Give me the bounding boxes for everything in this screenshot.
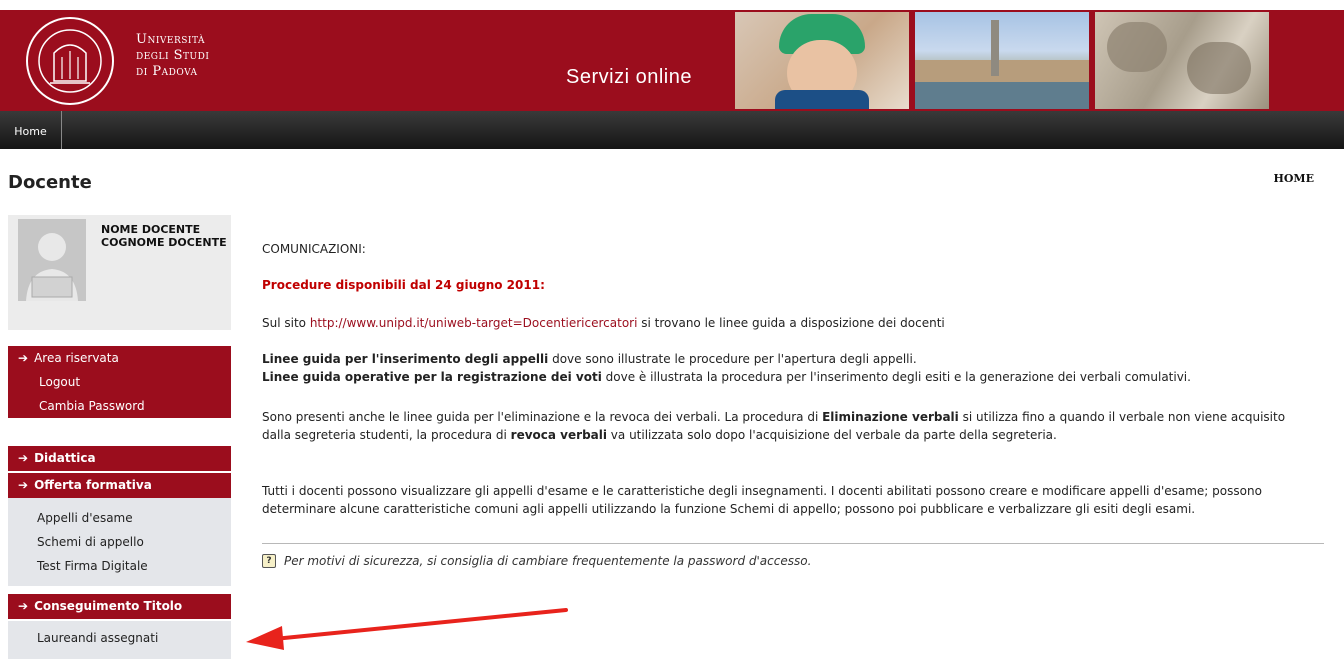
university-name: Università degli Studi di Padova <box>136 32 210 79</box>
procedure-heading: Procedure disponibili dal 24 giugno 2011… <box>262 278 545 292</box>
menu-item-schemi-appello[interactable]: Schemi di appello <box>8 530 231 554</box>
top-nav: Home <box>0 111 1344 149</box>
top-strip <box>0 0 1344 10</box>
change-password-link[interactable]: Cambia Password <box>8 394 231 418</box>
student-photo <box>735 12 909 109</box>
menu-conseguimento-titolo[interactable]: ➔ Conseguimento Titolo <box>8 594 231 619</box>
university-seal-logo <box>26 17 114 105</box>
guidelines-paragraph: Linee guida per l'inserimento degli appe… <box>262 352 1191 384</box>
verbali-paragraph: Sono presenti anche le linee guida per l… <box>262 410 1286 442</box>
breadcrumb-home[interactable]: HOME <box>1273 172 1314 185</box>
help-icon: ? <box>262 554 276 568</box>
profile-box: NOME DOCENTE COGNOME DOCENTE <box>8 215 231 330</box>
arrow-right-icon: ➔ <box>18 478 29 492</box>
site-header: Università degli Studi di Padova Servizi… <box>0 10 1344 111</box>
security-note: ? Per motivi di sicurezza, si consiglia … <box>262 554 811 568</box>
divider <box>262 543 1324 544</box>
annotation-arrow <box>246 608 568 650</box>
menu-didattica[interactable]: ➔ Didattica <box>8 446 231 471</box>
menu-item-laureandi-assegnati[interactable]: Laureandi assegnati <box>8 626 231 650</box>
appelli-paragraph: Tutti i docenti possono visualizzare gli… <box>262 484 1262 516</box>
offerta-submenu: Appelli d'esame Schemi di appello Test F… <box>8 498 231 586</box>
conseguimento-submenu: Laureandi assegnati <box>8 621 231 659</box>
menu-item-appelli-esame[interactable]: Appelli d'esame <box>8 506 231 530</box>
menu-item-test-firma-digitale[interactable]: Test Firma Digitale <box>8 554 231 578</box>
service-title: Servizi online <box>566 66 692 88</box>
teacher-name: NOME DOCENTE COGNOME DOCENTE <box>101 223 227 249</box>
guidelines-link[interactable]: http://www.unipd.it/uniweb-target=Docent… <box>310 316 638 330</box>
logout-link[interactable]: Logout <box>8 370 231 394</box>
arrow-right-icon: ➔ <box>18 451 29 465</box>
site-paragraph: Sul sito http://www.unipd.it/uniweb-targ… <box>262 316 945 330</box>
sculpture-photo <box>1095 12 1269 109</box>
page-title: Docente <box>8 172 92 193</box>
arrow-right-icon: ➔ <box>18 599 29 613</box>
menu-offerta-formativa[interactable]: ➔ Offerta formativa <box>8 473 231 498</box>
city-square-photo <box>915 12 1089 109</box>
nav-home-link[interactable]: Home <box>0 111 62 149</box>
comunicazioni-heading: COMUNICAZIONI: <box>262 242 366 256</box>
reserved-area-item[interactable]: ➔ Area riservata <box>8 346 231 370</box>
avatar-icon <box>18 219 86 301</box>
header-photos <box>735 12 1269 109</box>
reserved-area-menu: ➔ Area riservata Logout Cambia Password <box>8 346 231 418</box>
arrow-right-icon: ➔ <box>18 351 29 365</box>
